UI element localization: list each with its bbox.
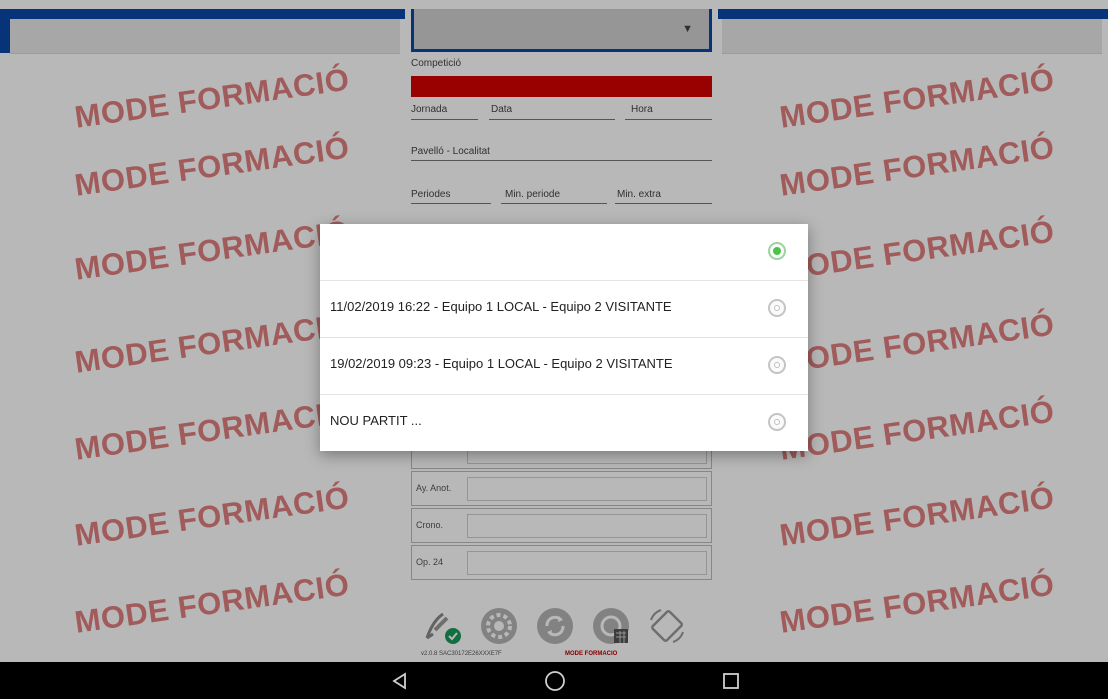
- match-picker-dialog: 11/02/2019 16:22 - Equipo 1 LOCAL - Equi…: [320, 224, 808, 451]
- back-button[interactable]: [375, 662, 425, 699]
- new-match-label: NOU PARTIT ...: [330, 413, 422, 428]
- match-option[interactable]: 19/02/2019 09:23 - Equipo 1 LOCAL - Equi…: [320, 338, 808, 395]
- system-navigation-bar: [0, 662, 1108, 699]
- match-option[interactable]: [320, 224, 808, 281]
- new-match-option[interactable]: NOU PARTIT ...: [320, 395, 808, 451]
- app-screen: MODE FORMACIÓ MODE FORMACIÓ MODE FORMACI…: [0, 0, 1108, 662]
- match-option[interactable]: 11/02/2019 16:22 - Equipo 1 LOCAL - Equi…: [320, 281, 808, 338]
- recents-square-icon: [723, 672, 739, 689]
- radio-unselected-icon[interactable]: [768, 356, 786, 374]
- radio-unselected-icon[interactable]: [768, 413, 786, 431]
- radio-selected-icon[interactable]: [768, 242, 786, 260]
- match-option-label: 11/02/2019 16:22 - Equipo 1 LOCAL - Equi…: [330, 299, 672, 314]
- recents-button[interactable]: [706, 662, 756, 699]
- radio-unselected-icon[interactable]: [768, 299, 786, 317]
- match-option-label: 19/02/2019 09:23 - Equipo 1 LOCAL - Equi…: [330, 356, 673, 371]
- home-circle-icon: [545, 670, 565, 691]
- home-button[interactable]: [530, 662, 580, 699]
- back-triangle-icon: [392, 671, 406, 690]
